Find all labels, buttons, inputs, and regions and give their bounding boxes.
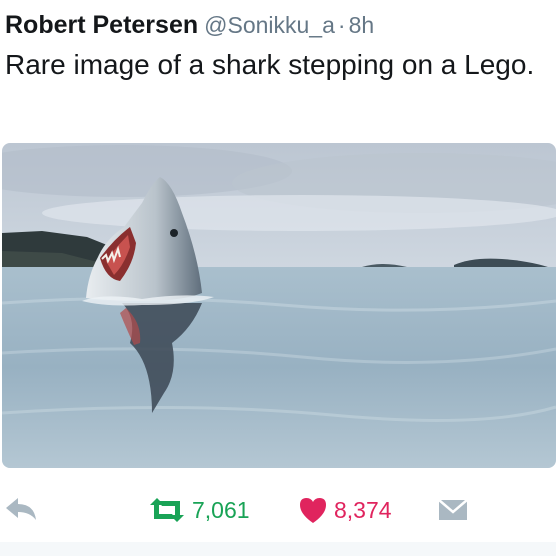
- retweet-button[interactable]: 7,061: [148, 488, 250, 532]
- tweet-divider: [0, 542, 556, 556]
- tweet-header: Robert Petersen @Sonikku_a · 8h: [5, 8, 374, 46]
- heart-icon: [300, 498, 326, 523]
- retweet-icon: [150, 498, 184, 522]
- retweet-count: 7,061: [192, 496, 250, 523]
- reply-button[interactable]: [4, 488, 38, 532]
- tweet-timestamp[interactable]: 8h: [349, 12, 375, 38]
- shark-photo: [2, 143, 556, 468]
- envelope-icon: [438, 499, 468, 520]
- tweet-actions: 7,061 8,374: [0, 488, 556, 532]
- like-button[interactable]: 8,374: [298, 488, 392, 532]
- tweet-text: Rare image of a shark stepping on a Lego…: [5, 49, 535, 80]
- tweet-image[interactable]: [2, 143, 556, 468]
- reply-arrow-icon: [6, 498, 36, 520]
- direct-message-button[interactable]: [438, 488, 468, 532]
- meta-separator: ·: [337, 12, 346, 38]
- like-count: 8,374: [334, 496, 392, 523]
- author-handle[interactable]: @Sonikku_a: [204, 12, 335, 38]
- author-name[interactable]: Robert Petersen: [5, 11, 198, 39]
